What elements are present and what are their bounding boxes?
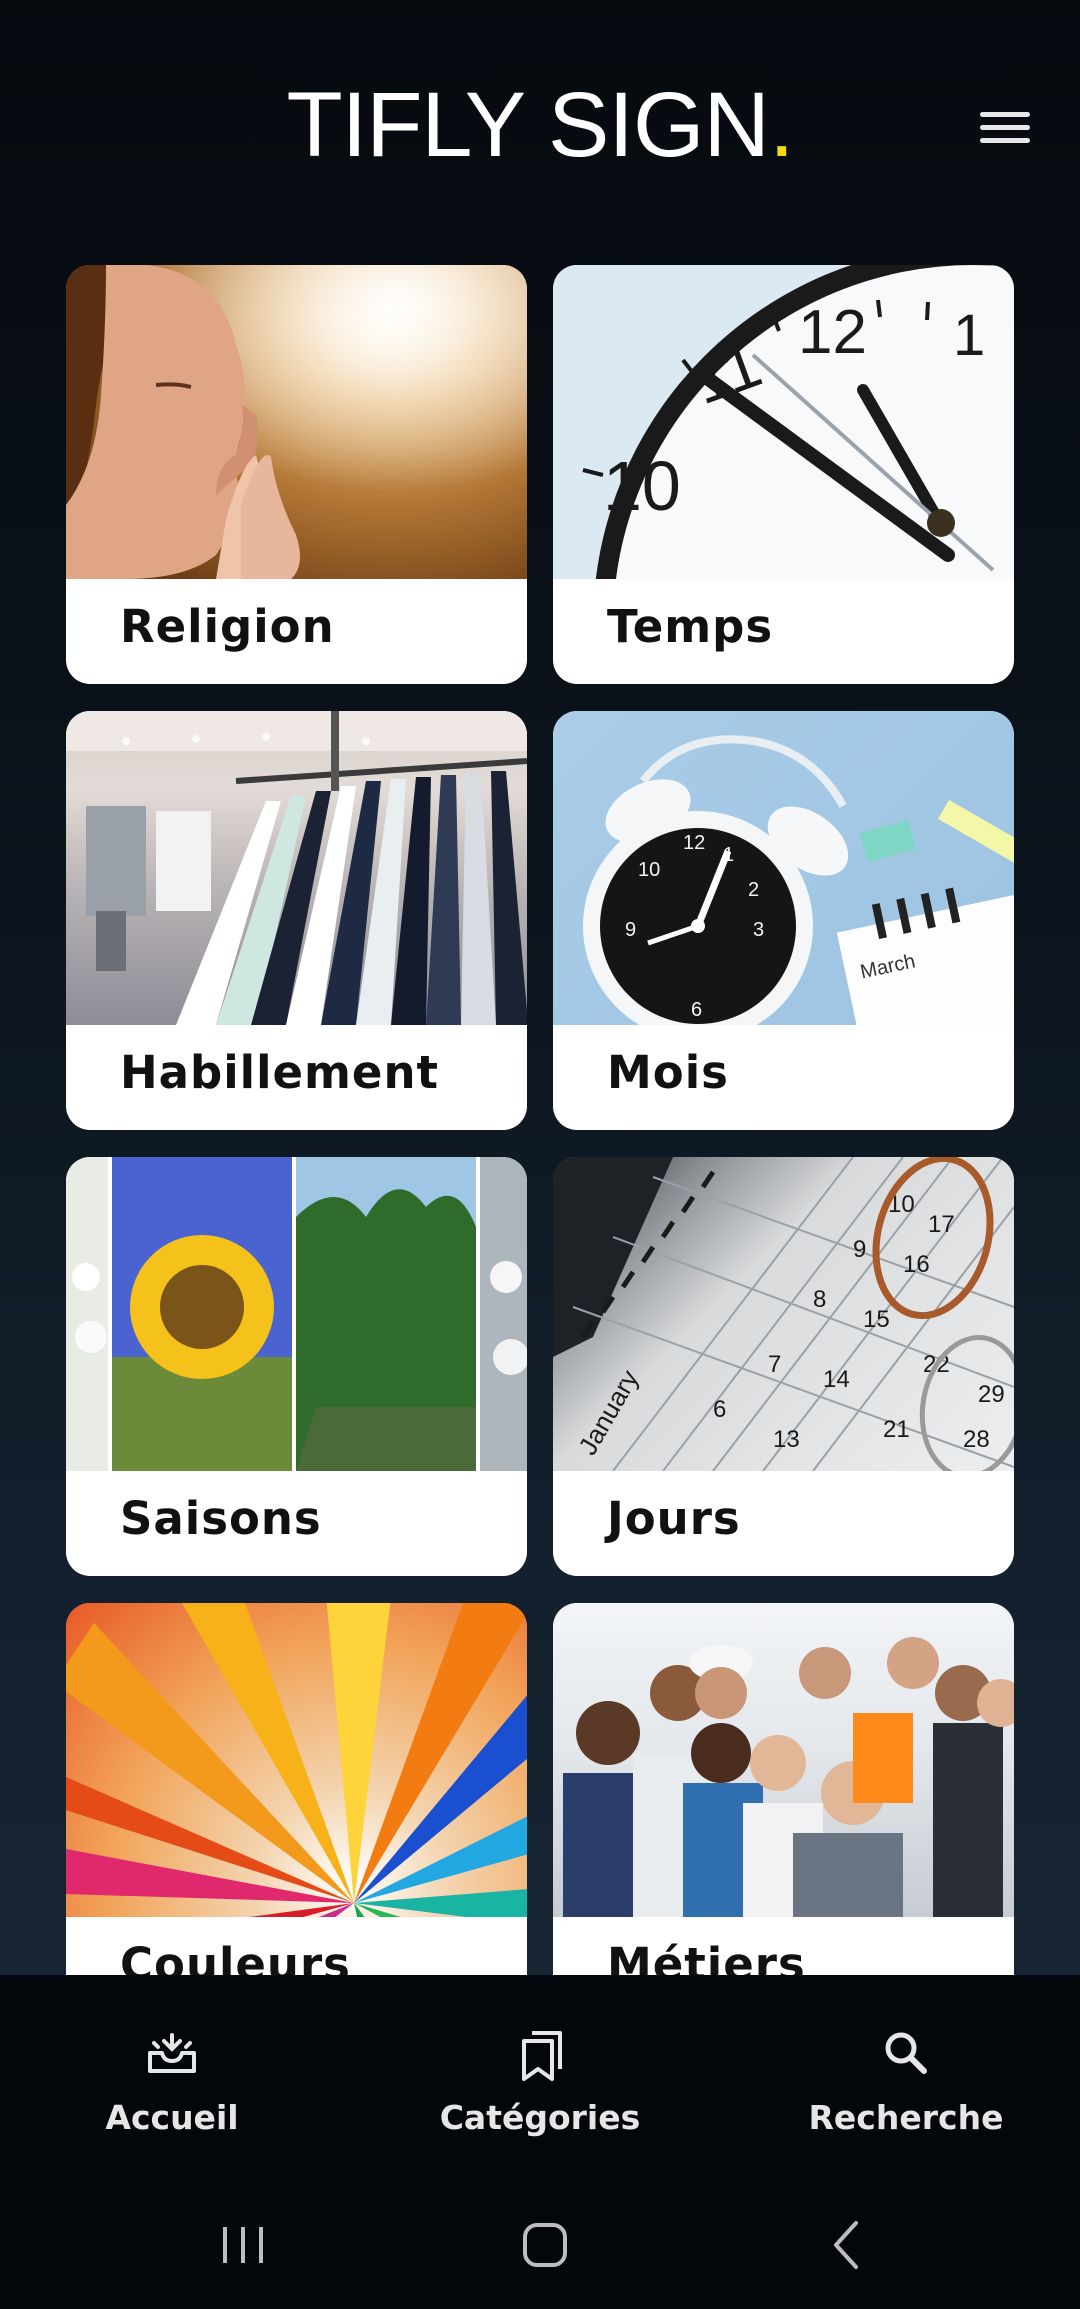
nav-label-recherche: Recherche bbox=[808, 2098, 1004, 2137]
back-icon[interactable] bbox=[808, 2205, 888, 2285]
category-card-jours[interactable]: 678 9 10 13 14 15 16 17 21 22 28 29 January Jo… bbox=[553, 1157, 1014, 1576]
praying-woman-photo bbox=[66, 265, 527, 579]
category-card-temps[interactable]: 10 11 12 1 Temps bbox=[553, 265, 1014, 684]
category-label: Habillement bbox=[120, 1046, 439, 1099]
svg-text:29: 29 bbox=[978, 1381, 1005, 1408]
svg-text:13: 13 bbox=[773, 1426, 800, 1453]
app-header: TIFLY SIGN. bbox=[0, 0, 1080, 250]
svg-text:6: 6 bbox=[691, 999, 702, 1021]
logo-text: TIFLY SIGN bbox=[286, 74, 769, 176]
svg-text:9: 9 bbox=[853, 1236, 866, 1263]
logo-dot: . bbox=[768, 74, 795, 176]
svg-text:15: 15 bbox=[863, 1306, 890, 1333]
svg-text:1: 1 bbox=[953, 303, 985, 368]
svg-text:9: 9 bbox=[625, 919, 636, 941]
search-icon bbox=[876, 2023, 936, 2083]
seasons-collage-photo bbox=[66, 1157, 527, 1471]
category-label: Mois bbox=[607, 1046, 729, 1099]
category-label: Couleurs bbox=[120, 1938, 351, 1975]
category-label: Saisons bbox=[120, 1492, 322, 1545]
svg-text:8: 8 bbox=[813, 1286, 826, 1313]
clock-photo: 10 11 12 1 bbox=[553, 265, 1014, 579]
home-icon[interactable] bbox=[505, 2205, 585, 2285]
bottom-navigation: Accueil Catégories Recherche bbox=[0, 1975, 1080, 2175]
svg-text:2: 2 bbox=[748, 879, 759, 901]
hamburger-menu-icon[interactable] bbox=[980, 108, 1032, 148]
nav-item-accueil[interactable]: Accueil bbox=[22, 1975, 322, 2175]
category-card-metiers[interactable]: Métiers bbox=[553, 1603, 1014, 1975]
svg-text:7: 7 bbox=[768, 1351, 781, 1378]
svg-text:3: 3 bbox=[753, 919, 764, 941]
nav-label-categories: Catégories bbox=[439, 2098, 641, 2137]
category-label: Religion bbox=[120, 600, 335, 653]
category-grid: Religion 10 11 12 1 Temps Habillement 12… bbox=[66, 265, 1014, 1975]
svg-text:6: 6 bbox=[713, 1396, 726, 1423]
svg-text:21: 21 bbox=[883, 1416, 910, 1443]
system-navigation-bar bbox=[0, 2175, 1080, 2309]
inbox-home-icon bbox=[142, 2023, 202, 2083]
category-label: Jours bbox=[607, 1492, 741, 1545]
category-card-religion[interactable]: Religion bbox=[66, 265, 527, 684]
nav-label-accueil: Accueil bbox=[105, 2098, 239, 2137]
category-card-habillement[interactable]: Habillement bbox=[66, 711, 527, 1130]
category-card-couleurs[interactable]: Couleurs bbox=[66, 1603, 527, 1975]
category-label: Temps bbox=[607, 600, 774, 653]
category-label: Métiers bbox=[607, 1938, 806, 1975]
svg-text:12: 12 bbox=[798, 298, 867, 367]
category-card-saisons[interactable]: Saisons bbox=[66, 1157, 527, 1576]
svg-text:10: 10 bbox=[638, 859, 660, 881]
professions-group-photo bbox=[553, 1603, 1014, 1917]
app-logo: TIFLY SIGN. bbox=[0, 70, 1080, 180]
svg-text:17: 17 bbox=[928, 1211, 955, 1238]
category-card-mois[interactable]: 12369 1012 March Mois bbox=[553, 711, 1014, 1130]
nav-item-recherche[interactable]: Recherche bbox=[756, 1975, 1056, 2175]
nav-item-categories[interactable]: Catégories bbox=[390, 1975, 690, 2175]
calendar-glasses-photo: 678 9 10 13 14 15 16 17 21 22 28 29 January bbox=[553, 1157, 1014, 1471]
colored-pencils-photo bbox=[66, 1603, 527, 1917]
svg-text:January: January bbox=[572, 1365, 644, 1460]
alarm-clock-calendar-photo: 12369 1012 March bbox=[553, 711, 1014, 1025]
svg-text:28: 28 bbox=[963, 1426, 990, 1453]
bookmarks-icon bbox=[510, 2023, 570, 2083]
svg-text:16: 16 bbox=[903, 1251, 930, 1278]
recent-apps-icon[interactable] bbox=[203, 2205, 283, 2285]
svg-text:10: 10 bbox=[603, 447, 681, 525]
svg-text:14: 14 bbox=[823, 1366, 850, 1393]
svg-text:12: 12 bbox=[683, 832, 705, 854]
clothing-rack-photo bbox=[66, 711, 527, 1025]
